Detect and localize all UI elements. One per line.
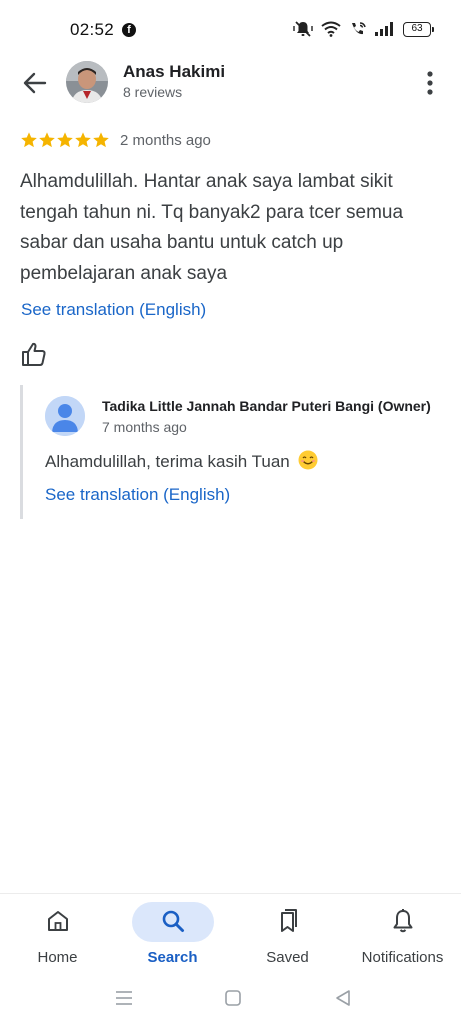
- thumbs-up-icon[interactable]: [21, 341, 47, 367]
- bell-icon: [393, 909, 412, 933]
- star-icon: [39, 132, 55, 148]
- status-time: 02:52: [70, 20, 115, 39]
- nav-home-label: Home: [37, 949, 78, 966]
- see-translation-link[interactable]: See translation (English): [21, 300, 206, 320]
- bottom-navigation: Home Search Saved Notifications: [0, 893, 461, 975]
- nav-saved-label: Saved: [266, 949, 309, 966]
- star-icon: [75, 132, 91, 148]
- nav-saved[interactable]: Saved: [230, 894, 345, 976]
- star-rating: [20, 130, 110, 150]
- facebook-icon: f: [122, 23, 136, 37]
- reviewer-review-count: 8 reviews: [123, 84, 183, 100]
- nav-notifications-label: Notifications: [361, 949, 444, 966]
- owner-reply-message: Alhamdulillah, terima kasih Tuan: [45, 452, 290, 471]
- nav-home[interactable]: Home: [0, 894, 115, 976]
- reviewer-name[interactable]: Anas Hakimi: [123, 62, 225, 82]
- status-bar: 02:52 f 63: [0, 0, 461, 56]
- owner-avatar: [45, 396, 85, 436]
- signal-icon: [375, 22, 393, 36]
- review-header: Anas Hakimi 8 reviews: [0, 56, 461, 108]
- star-icon: [93, 132, 109, 148]
- search-icon: [162, 910, 184, 932]
- system-navigation-bar: [0, 975, 461, 1024]
- owner-see-translation-link[interactable]: See translation (English): [45, 485, 230, 505]
- nav-search[interactable]: Search: [115, 894, 230, 976]
- nav-notifications[interactable]: Notifications: [345, 894, 460, 976]
- review-text: Alhamdulillah. Hantar anak saya lambat s…: [20, 171, 404, 284]
- back-arrow-icon[interactable]: [20, 68, 50, 98]
- home-square-icon[interactable]: [223, 988, 243, 1008]
- star-icon: [21, 132, 37, 148]
- more-options-icon[interactable]: [425, 70, 435, 96]
- owner-reply-text: Alhamdulillah, terima kasih Tuan: [45, 450, 318, 472]
- wifi-call-icon: [352, 22, 366, 35]
- reviewer-avatar[interactable]: [66, 61, 108, 103]
- bookmark-icon: [280, 909, 297, 932]
- review-rating: 2 months ago: [20, 130, 211, 150]
- owner-name: Tadika Little Jannah Bandar Puteri Bangi…: [102, 398, 431, 414]
- battery-icon: 63: [403, 21, 434, 37]
- back-triangle-icon[interactable]: [333, 988, 353, 1008]
- wifi-icon: [321, 21, 341, 37]
- home-icon: [47, 911, 68, 931]
- status-icons: 63: [293, 20, 434, 38]
- review-time: 2 months ago: [120, 131, 211, 149]
- owner-reply: Tadika Little Jannah Bandar Puteri Bangi…: [20, 385, 441, 519]
- mute-vibrate-icon: [293, 21, 313, 37]
- menu-icon[interactable]: [114, 988, 134, 1008]
- star-icon: [57, 132, 73, 148]
- nav-search-label: Search: [147, 949, 198, 966]
- smiling-face-emoji-icon: [298, 450, 318, 470]
- owner-reply-time: 7 months ago: [102, 419, 187, 435]
